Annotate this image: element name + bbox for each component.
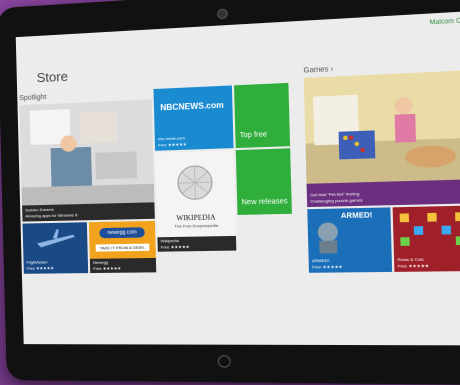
camera <box>216 8 228 20</box>
section-spotlight[interactable]: Spotlight <box>19 94 46 102</box>
tablet-device: Malcom CD Store Spotlight Games › Sudoku… <box>0 0 460 385</box>
tile-rows-cols[interactable]: Rows & Cols Free ★★★★★ <box>392 205 460 272</box>
top-free-label: Top free <box>239 131 268 140</box>
flightaware-name: FlightAware <box>26 259 48 265</box>
tile-wikipedia[interactable]: WIKIPEDIA The Free Encyclopedia Wikipedi… <box>155 150 237 252</box>
wikipedia-logo-title: WIKIPEDIA <box>176 213 216 223</box>
page-title: Store <box>36 68 69 86</box>
tile-four-in-row[interactable]: Get that "Pet-fed" feeling Challenging p… <box>303 69 460 208</box>
armed-name: ARMED! <box>311 257 330 264</box>
tile-top-free[interactable]: Top free <box>234 82 291 149</box>
rows-cols-name: Rows & Cols <box>397 256 424 263</box>
armed-logo: ARMED! <box>340 212 373 221</box>
nbc-rating: Free ★★★★★ <box>158 141 187 148</box>
armed-rating: Free ★★★★★ <box>312 263 343 270</box>
home-button[interactable] <box>217 355 231 368</box>
store-screen: Malcom CD Store Spotlight Games › Sudoku… <box>15 11 460 346</box>
tile-flightaware[interactable]: FlightAware Free ★★★★★ <box>22 222 89 274</box>
four-in-row-image <box>303 69 460 184</box>
section-games[interactable]: Games › <box>303 66 333 75</box>
nbc-logo: NBCNEWS.com <box>160 100 224 113</box>
newegg-banner: TAKE IT FROM A GEEK. <box>95 243 150 252</box>
wikipedia-globe-icon <box>155 150 235 214</box>
tile-new-releases[interactable]: New releases <box>235 148 292 215</box>
flightaware-rating: Free ★★★★★ <box>26 265 54 271</box>
wikipedia-name: Wikipedia <box>160 237 179 244</box>
tile-nbc-news[interactable]: NBCNEWS.com nbc news.com Free ★★★★★ <box>153 85 234 151</box>
four-in-row-sub: Challenging puzzle games <box>310 197 363 204</box>
rows-cols-image <box>399 212 460 246</box>
sudoku-image <box>19 99 155 206</box>
tile-armed[interactable]: ARMED! ARMED! Free ★★★★★ <box>307 207 393 273</box>
new-releases-label: New releases <box>241 198 288 207</box>
newegg-rating: Free ★★★★★ <box>93 265 122 271</box>
tile-newegg[interactable]: newegg.com TAKE IT FROM A GEEK. Newegg F… <box>88 220 157 274</box>
wikipedia-rating: Free ★★★★★ <box>160 243 190 250</box>
tile-sudoku[interactable]: Sudoku Dreams Amazing apps for Windows 8 <box>19 99 155 222</box>
newegg-logo: newegg.com <box>99 227 145 239</box>
user-badge[interactable]: Malcom CD <box>430 18 460 27</box>
rows-cols-rating: Free ★★★★★ <box>397 262 430 269</box>
nbc-name: nbc news.com <box>157 135 185 142</box>
wikipedia-logo-sub: The Free Encyclopedia <box>174 222 219 229</box>
flightaware-plane-icon <box>36 228 76 248</box>
four-in-row-name: Get that "Pet-fed" feeling <box>310 190 360 198</box>
newegg-name: Newegg <box>92 259 109 265</box>
sudoku-name: Sudoku Dreams <box>25 206 54 213</box>
